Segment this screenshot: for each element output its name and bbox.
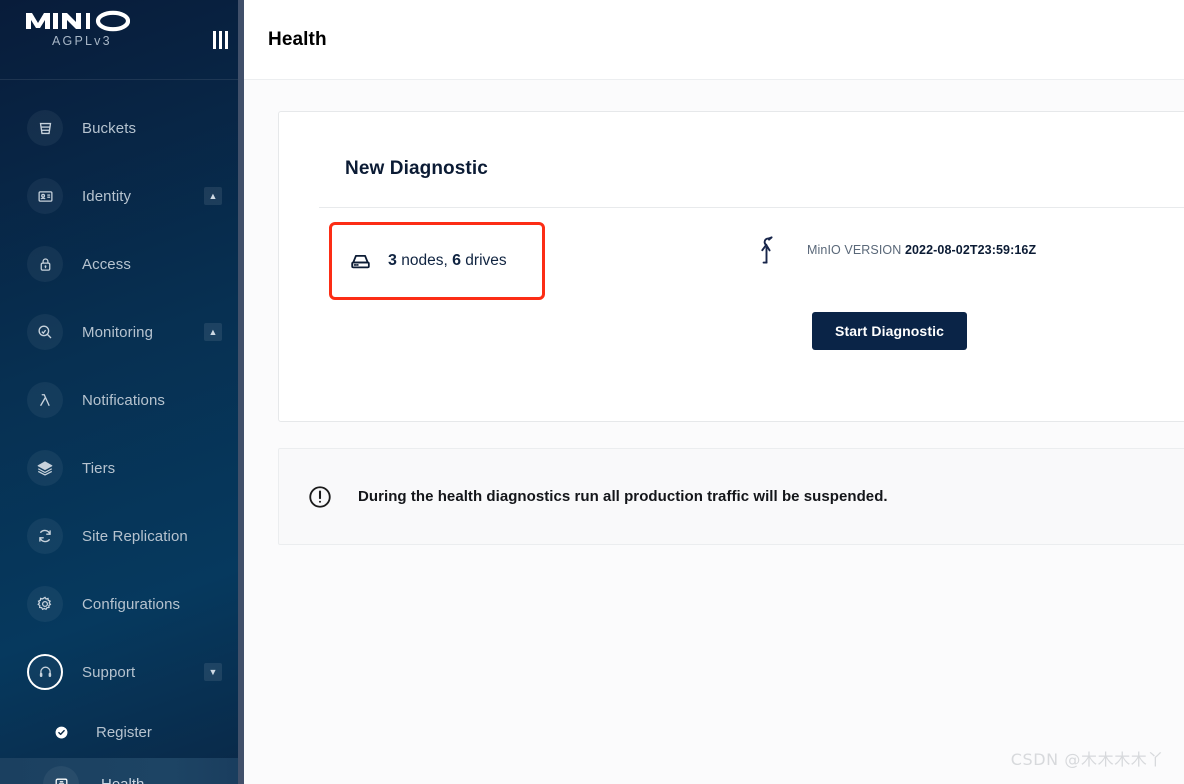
sidebar-item-label: Buckets — [82, 119, 137, 137]
exclamation-circle-icon — [307, 484, 333, 510]
gear-icon — [27, 586, 63, 622]
sidebar-item-label: Monitoring — [82, 323, 154, 341]
check-circle-icon — [48, 719, 74, 745]
page-header: Health — [244, 0, 1184, 80]
refresh-cycle-icon — [27, 518, 63, 554]
sidebar-item-support[interactable]: Support ▼ — [0, 638, 244, 706]
identity-card-icon — [27, 178, 63, 214]
chevron-up-icon[interactable]: ▲ — [204, 187, 222, 205]
minio-wordmark-icon — [26, 10, 130, 32]
sidebar-header: AGPLv3 — [0, 0, 244, 80]
start-diagnostic-button[interactable]: Start Diagnostic — [812, 312, 967, 350]
page-content: New Diagnostic 3 nodes, 6 drives MinIO V… — [244, 80, 1184, 784]
sidebar-item-configurations[interactable]: Configurations — [0, 570, 244, 638]
nodes-count: 3 — [388, 252, 397, 269]
chevron-up-icon[interactable]: ▲ — [204, 323, 222, 341]
sidebar-item-label: Identity — [82, 187, 132, 205]
sidebar-item-monitoring[interactable]: Monitoring ▲ — [0, 298, 244, 366]
drives-word: drives — [465, 252, 507, 269]
sidebar-item-health[interactable]: Health — [0, 758, 244, 784]
sidebar-item-access[interactable]: Access — [0, 230, 244, 298]
lambda-icon — [27, 382, 63, 418]
sidebar-item-label: Tiers — [82, 459, 116, 477]
version-value: 2022-08-02T23:59:16Z — [904, 243, 1037, 257]
new-diagnostic-card: New Diagnostic 3 nodes, 6 drives MinIO V… — [278, 111, 1184, 422]
lock-icon — [27, 246, 63, 282]
minio-version-text: MinIO VERSION 2022-08-02T23:59:16Z — [807, 243, 1036, 257]
minio-bird-icon — [756, 235, 780, 265]
warning-message: During the health diagnostics run all pr… — [358, 488, 888, 505]
layers-icon — [27, 450, 63, 486]
sidebar-item-site-replication[interactable]: Site Replication — [0, 502, 244, 570]
sidebar-item-notifications[interactable]: Notifications — [0, 366, 244, 434]
minio-logo: AGPLv3 — [26, 10, 130, 48]
warning-banner: During the health diagnostics run all pr… — [278, 448, 1184, 545]
nodes-word: nodes, — [401, 252, 448, 269]
sidebar-item-identity[interactable]: Identity ▲ — [0, 162, 244, 230]
sidebar-nav: Buckets Identity ▲ Access Monitoring ▲ N… — [0, 80, 244, 784]
hard-drive-icon — [348, 249, 374, 274]
sidebar-item-label: Register — [96, 723, 152, 741]
sidebar-item-label: Configurations — [82, 595, 181, 613]
sidebar-item-register[interactable]: Register — [0, 706, 244, 758]
nodes-drives-summary: 3 nodes, 6 drives — [329, 222, 545, 300]
nodes-drives-text: 3 nodes, 6 drives — [388, 252, 507, 270]
drives-count: 6 — [452, 252, 461, 269]
minio-version-row: MinIO VERSION 2022-08-02T23:59:16Z — [756, 235, 1036, 265]
chevron-down-icon[interactable]: ▼ — [204, 663, 222, 681]
main-area: Health New Diagnostic 3 nodes, 6 drives … — [244, 0, 1184, 784]
sidebar-item-label: Support — [82, 663, 136, 681]
magnifier-icon — [27, 314, 63, 350]
support-headset-icon — [27, 654, 63, 690]
sidebar: AGPLv3 Buckets Identity ▲ Access Monitor… — [0, 0, 244, 784]
health-grid-icon — [43, 766, 79, 784]
page-title: Health — [268, 28, 327, 50]
app-root: AGPLv3 Buckets Identity ▲ Access Monitor… — [0, 0, 1184, 784]
sidebar-item-label: Health — [101, 775, 145, 784]
sidebar-item-tiers[interactable]: Tiers — [0, 434, 244, 502]
card-body: 3 nodes, 6 drives MinIO VERSION 2022-08-… — [279, 112, 1184, 350]
sidebar-item-label: Notifications — [82, 391, 166, 409]
bucket-icon — [27, 110, 63, 146]
version-label: MinIO VERSION — [807, 243, 902, 257]
sidebar-item-label: Site Replication — [82, 527, 188, 545]
sidebar-item-label: Access — [82, 255, 131, 273]
menu-bars-icon[interactable] — [206, 26, 234, 54]
license-label: AGPLv3 — [52, 34, 112, 48]
sidebar-item-buckets[interactable]: Buckets — [0, 94, 244, 162]
